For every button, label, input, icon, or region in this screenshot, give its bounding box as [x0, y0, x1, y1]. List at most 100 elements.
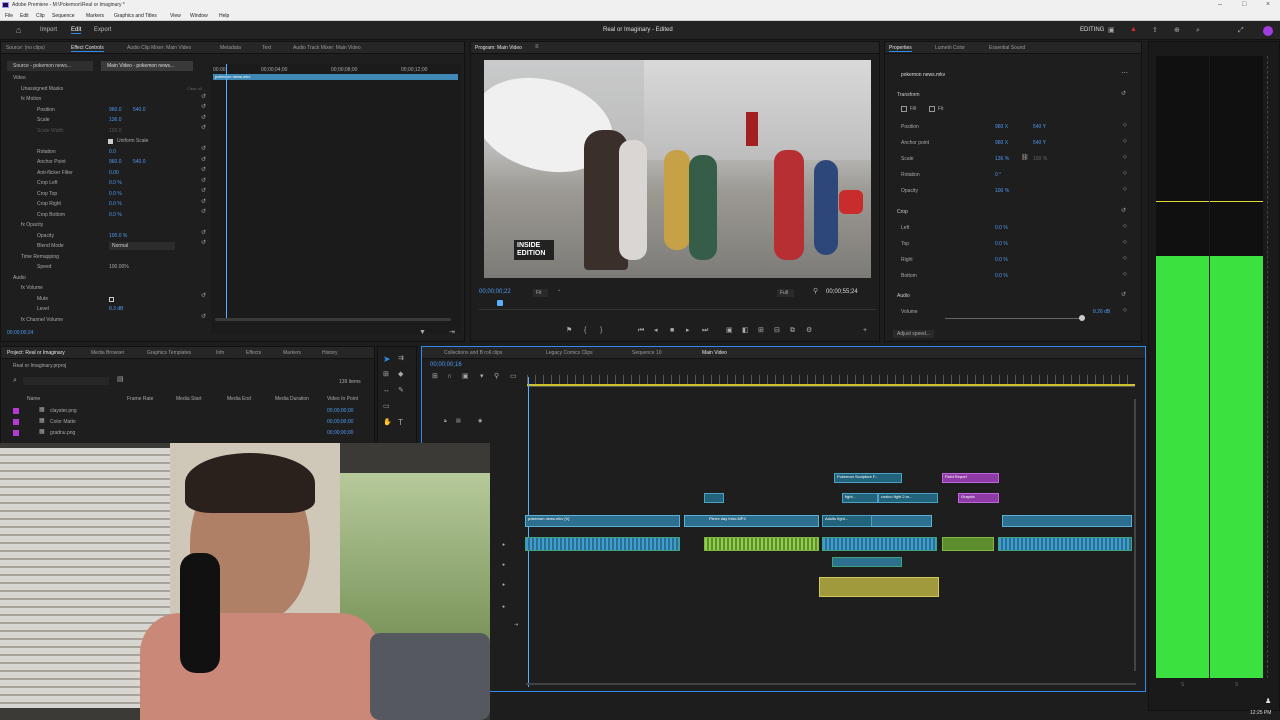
creative-cloud-icon[interactable]	[1263, 26, 1273, 36]
reset-icon[interactable]: ↺	[201, 94, 206, 100]
pierre-video-clip[interactable]: Pierre day Intro.MP4	[684, 515, 819, 527]
list-item[interactable]: ▦ gradnu.png 00;00;00;00	[1, 428, 361, 439]
rotation-value[interactable]: 0.0	[109, 149, 116, 155]
tab-metadata[interactable]: Metadata	[220, 45, 241, 51]
tab-audio-clip-mixer[interactable]: Audio Clip Mixer: Main Video	[127, 45, 191, 51]
prop-opacity-value[interactable]: 100 %	[995, 188, 1009, 194]
program-playhead[interactable]	[497, 300, 503, 306]
crop-right-value[interactable]: 0.0 %	[109, 201, 122, 207]
menu-window[interactable]: Window	[190, 13, 208, 19]
camera-icon[interactable]: ▣	[726, 327, 733, 334]
lift-icon[interactable]: ⊞	[758, 327, 764, 334]
opacity-value[interactable]: 100.0 %	[109, 233, 127, 239]
reset-icon[interactable]: ↺	[201, 104, 206, 110]
meter-solo-right[interactable]: S	[1235, 682, 1238, 688]
track-eye-icon[interactable]: ◉	[478, 419, 482, 424]
col-media-duration[interactable]: Media Duration	[275, 396, 309, 402]
program-title[interactable]: Program: Main Video	[475, 45, 522, 51]
col-name[interactable]: Name	[27, 396, 40, 402]
source-clip-dropdown[interactable]: Source - pokemon news...	[7, 61, 93, 71]
transform-header[interactable]: Transform	[897, 92, 920, 98]
video-frame[interactable]: INSIDE EDITION	[484, 60, 871, 278]
col-video-in-point[interactable]: Video In Point	[327, 396, 358, 402]
comparison-icon[interactable]: ◧	[742, 327, 749, 334]
track-mic-icon[interactable]: ●	[502, 543, 505, 548]
position-y-value[interactable]: 540.0	[133, 107, 146, 113]
fight-clip[interactable]: fight...	[842, 493, 878, 503]
search-icon[interactable]: ⌕	[13, 377, 17, 384]
speed-value[interactable]: 100.00%	[109, 264, 129, 270]
menu-sequence[interactable]: Sequence	[52, 13, 75, 19]
blend-mode-dropdown[interactable]: Normal	[109, 242, 175, 250]
hand-icon[interactable]: ✋	[383, 419, 392, 426]
mute-checkbox[interactable]	[109, 297, 114, 302]
step-back-icon[interactable]: ◂	[654, 327, 658, 334]
sequence-clip-dropdown[interactable]: Main Video - pokemon news...	[101, 61, 193, 71]
row-volume[interactable]: fx Volume	[21, 285, 43, 291]
music-audio-clip[interactable]	[832, 557, 902, 567]
crop-bottom-value[interactable]: 0.0 %	[109, 212, 122, 218]
snap-icon[interactable]: ⊞	[432, 373, 438, 380]
row-motion[interactable]: fx Motion	[21, 96, 41, 102]
prop-anchor-y[interactable]: 540 Y	[1033, 140, 1046, 146]
reset-icon[interactable]: ↺	[201, 157, 206, 163]
prop-scale-value[interactable]: 136 %	[995, 156, 1009, 162]
reset-icon[interactable]: ↺	[201, 115, 206, 121]
broll-video-clip-2[interactable]	[1002, 515, 1132, 527]
tab-history[interactable]: History	[322, 350, 338, 356]
tab-audio-track-mixer[interactable]: Audio Track Mixer: Main Video	[293, 45, 361, 51]
add-marker-icon[interactable]: ▣	[462, 373, 469, 380]
effect-timeline[interactable]: 00:00 00;00;04;00 00;00;08;00 00;00;12;0…	[211, 64, 461, 334]
reset-icon[interactable]: ↺	[1121, 91, 1126, 97]
export-frame-icon[interactable]: ⧉	[790, 327, 795, 334]
pierre-audio-clip[interactable]	[704, 537, 819, 551]
crop-top-value[interactable]: 0.0 %	[109, 191, 122, 197]
rectangle-icon[interactable]: ▭	[383, 403, 390, 410]
reset-icon[interactable]: ↺	[201, 314, 206, 320]
track-lock-icon[interactable]: 🔒︎	[444, 419, 447, 424]
keyframe-icon[interactable]: ◇	[1123, 139, 1127, 144]
settings-icon[interactable]: ⚙	[806, 327, 812, 334]
prop-position-x[interactable]: 960 X	[995, 124, 1008, 130]
clear-all-button[interactable]: Clear all	[187, 86, 202, 91]
reset-icon[interactable]: ↺	[201, 178, 206, 184]
prop-position-y[interactable]: 540 Y	[1033, 124, 1046, 130]
go-to-in-icon[interactable]: ⏮	[638, 327, 644, 334]
effect-scrollbar[interactable]	[215, 318, 451, 321]
pokemon-sculpture-clip[interactable]: Pokemon Sculpture F...	[834, 473, 902, 483]
prop-rotation-value[interactable]: 0 °	[995, 172, 1001, 178]
timeline-hscroll[interactable]	[526, 683, 1136, 685]
anti-flicker-value[interactable]: 0.00	[109, 170, 119, 176]
expand-icon[interactable]: ⤢	[1238, 27, 1244, 34]
new-bin-icon[interactable]: ▤	[117, 376, 124, 383]
keyframe-icon[interactable]: ◇	[1123, 256, 1127, 261]
tab-effect-controls[interactable]: Effect Controls	[71, 45, 104, 52]
tab-lumetri-color[interactable]: Lumetri Color	[935, 45, 965, 51]
row-time-remapping[interactable]: Time Remapping	[21, 254, 59, 260]
marker-icon[interactable]: ▾	[480, 373, 484, 380]
crop-bottom-val[interactable]: 0.0 %	[995, 273, 1008, 279]
more-options-icon[interactable]: ⋯	[1121, 70, 1128, 77]
adjust-speed-button[interactable]: Adjust speed...	[893, 330, 935, 338]
tab-legacy-comics[interactable]: Legacy Comics Clips	[546, 350, 593, 356]
reset-icon[interactable]: ↺	[201, 125, 206, 131]
tab-effects[interactable]: Effects	[246, 350, 261, 356]
effect-playhead[interactable]	[226, 64, 227, 320]
work-area-bar[interactable]	[527, 384, 1135, 386]
reset-icon[interactable]: ↺	[201, 240, 206, 246]
reset-icon[interactable]: ↺	[1121, 208, 1126, 214]
export-frame-icon[interactable]: ⇥	[449, 329, 455, 336]
quality-dropdown[interactable]: Full	[777, 289, 795, 297]
filter-icon[interactable]: ▼	[419, 329, 426, 336]
prop-anchor-x[interactable]: 960 X	[995, 140, 1008, 146]
tab-collections[interactable]: Collections and B roll clips	[444, 350, 502, 356]
home-icon[interactable]: ⌂	[16, 26, 21, 35]
maximize-icon[interactable]: □	[1242, 1, 1246, 8]
scale-value[interactable]: 136.0	[109, 117, 122, 123]
close-icon[interactable]: ×	[1266, 1, 1270, 8]
audio-header[interactable]: Audio	[897, 293, 910, 299]
add-button-icon[interactable]: +	[863, 327, 867, 334]
mark-in-icon[interactable]: {	[584, 327, 586, 334]
tab-info[interactable]: Info	[216, 350, 224, 356]
reset-icon[interactable]: ↺	[201, 230, 206, 236]
